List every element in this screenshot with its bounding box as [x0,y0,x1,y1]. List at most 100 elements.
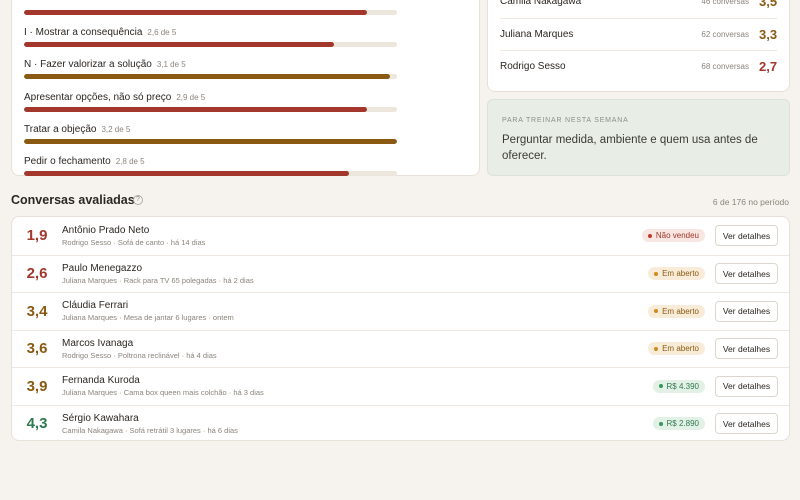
conversation-meta: Camila Nakagawa · Sofá retrátil 3 lugare… [62,425,238,435]
conversation-info: Antônio Prado Neto Rodrigo Sesso · Sofá d… [62,224,642,248]
skill-score: 2,8 de 5 [115,157,145,166]
conversation-score: 4,3 [26,415,48,433]
details-button[interactable]: Ver detalhes [715,225,778,247]
conversation-score: 3,6 [26,340,48,358]
customer-name: Marcos Ivanaga [62,337,134,349]
status-badge-label: Em aberto [662,344,699,354]
customer-name: Cláudia Ferrari [62,300,129,312]
status-dot-icon [658,384,663,389]
skills-card: I · Mostrar a consequência 2,6 de 5 N · Fa… [11,0,480,176]
status-badge: Em aberto [648,304,705,318]
conversation-meta: Rodrigo Sesso · Sofá de canto · há 14 di… [62,237,206,247]
skill-label: Pedir o fechamento 2,8 de 5 [24,156,398,167]
training-card: PARA TREINAR NESTA SEMANA Perguntar medi… [487,99,790,176]
details-button[interactable]: Ver detalhes [715,300,778,322]
seller-score: 2,7 [759,59,778,74]
skill-label: Apresentar opções, não só preço 2,9 de 5 [24,92,398,103]
skill-bar-track [24,107,397,112]
status-badge-label: Em aberto [662,306,699,316]
details-button[interactable]: Ver detalhes [715,263,778,285]
skill-bar-track [24,10,397,15]
status-badge: R$ 4.390 [652,379,705,393]
skill-name: I · Mostrar a consequência [24,27,143,38]
status-dot-icon [658,421,663,426]
seller-name: Juliana Marques [500,29,574,40]
conversation-row[interactable]: 2,6 Paulo Menegazzo Juliana Marques · Rack… [12,254,789,293]
status-badge: R$ 2.890 [652,417,705,431]
skill-bar-fill [24,171,349,176]
conversation-meta: Juliana Marques · Cama box queen mais co… [62,388,264,398]
skill-score: 2,6 de 5 [147,28,177,37]
status-dot-icon [654,346,659,351]
conversation-score: 2,6 [26,265,48,283]
conversation-meta: Juliana Marques · Mesa de jantar 6 lugar… [62,313,234,323]
skill-score: 3,1 de 5 [156,60,186,69]
details-button[interactable]: Ver detalhes [715,375,778,397]
skill-bar-fill [24,107,368,112]
conversation-row[interactable]: 1,9 Antônio Prado Neto Rodrigo Sesso · Sof… [12,217,789,255]
details-button[interactable]: Ver detalhes [715,338,778,360]
help-icon[interactable]: ? [133,195,143,205]
conversation-row[interactable]: 3,9 Fernanda Kuroda Juliana Marques · Cama… [12,367,789,405]
conversation-score: 3,4 [26,302,48,320]
status-dot-icon [647,233,652,238]
conversation-info: Fernanda Kuroda Juliana Marques · Cama bo… [62,374,653,398]
skill-bar-track [24,42,397,47]
skill-item: Pedir o fechamento 2,8 de 5 [24,156,398,176]
details-button[interactable]: Ver detalhes [715,413,778,435]
sellers-card: Camila Nakagawa 46 conversas 3,5 Juliana Ma… [487,0,790,92]
conversation-info: Marcos Ivanaga Rodrigo Sesso · Poltrona r… [62,337,648,361]
skill-item: Apresentar opções, não só preço 2,9 de 5 [24,92,398,112]
conversation-meta: Juliana Marques · Rack para TV 65 polega… [62,275,254,285]
skill-bar-track [24,74,397,79]
skill-name: Apresentar opções, não só preço [24,92,172,103]
skill-bar-track [24,139,397,144]
skill-label: I · Mostrar a consequência 2,6 de 5 [24,27,398,38]
skill-name: N · Fazer valorizar a solução [24,59,152,70]
skill-bar-fill [24,139,397,144]
status-badge-label: Não vendeu [655,231,699,241]
training-eyebrow: PARA TREINAR NESTA SEMANA [502,117,629,124]
seller-conversations: 62 conversas [701,30,749,39]
skill-item [24,0,398,15]
status-dot-icon [654,309,659,314]
seller-conversations: 46 conversas [701,0,749,6]
skill-item: N · Fazer valorizar a solução 3,1 de 5 [24,59,398,79]
seller-score: 3,3 [759,27,778,42]
skill-bar-fill [24,74,390,79]
customer-name: Sérgio Kawahara [62,412,139,424]
skill-score: 3,2 de 5 [101,125,131,134]
section-count: 6 de 176 no período [712,197,789,207]
status-badge: Em aberto [648,267,705,281]
seller-conversations: 68 conversas [701,62,749,71]
conversation-row[interactable]: 3,4 Cláudia Ferrari Juliana Marques · Mesa… [12,292,789,330]
seller-row[interactable]: Rodrigo Sesso 68 conversas 2,7 [500,50,777,82]
section-title: Conversas avaliadas [11,193,135,207]
skill-label: Tratar a objeção 3,2 de 5 [24,124,398,135]
conversation-row[interactable]: 3,6 Marcos Ivanaga Rodrigo Sesso · Poltron… [12,329,789,368]
skill-name: Pedir o fechamento [24,156,111,167]
conversations-list: 1,9 Antônio Prado Neto Rodrigo Sesso · Sof… [11,216,790,441]
skill-bar-fill [24,42,334,47]
seller-name: Rodrigo Sesso [500,61,566,72]
conversation-meta: Rodrigo Sesso · Poltrona reclinável · há… [62,350,217,360]
conversation-info: Sérgio Kawahara Camila Nakagawa · Sofá re… [62,412,653,436]
customer-name: Paulo Menegazzo [62,262,143,274]
seller-row[interactable]: Juliana Marques 62 conversas 3,3 [500,18,777,50]
customer-name: Fernanda Kuroda [62,375,140,387]
conversation-score: 1,9 [26,227,48,245]
seller-score: 3,5 [759,0,778,9]
skill-item: Tratar a objeção 3,2 de 5 [24,124,398,144]
status-badge-label: R$ 4.390 [666,381,699,391]
status-dot-icon [654,271,659,276]
seller-row[interactable]: Camila Nakagawa 46 conversas 3,5 [500,0,777,17]
status-badge: Não vendeu [641,229,705,243]
seller-name: Camila Nakagawa [500,0,582,7]
conversation-row[interactable]: 4,3 Sérgio Kawahara Camila Nakagawa · Sofá… [12,404,789,443]
status-badge-label: R$ 2.890 [666,419,699,429]
skill-name: Tratar a objeção [24,124,97,135]
skill-bar-fill [24,10,368,15]
skill-label: N · Fazer valorizar a solução 3,1 de 5 [24,59,398,70]
customer-name: Antônio Prado Neto [62,224,150,236]
skill-item: I · Mostrar a consequência 2,6 de 5 [24,27,398,47]
